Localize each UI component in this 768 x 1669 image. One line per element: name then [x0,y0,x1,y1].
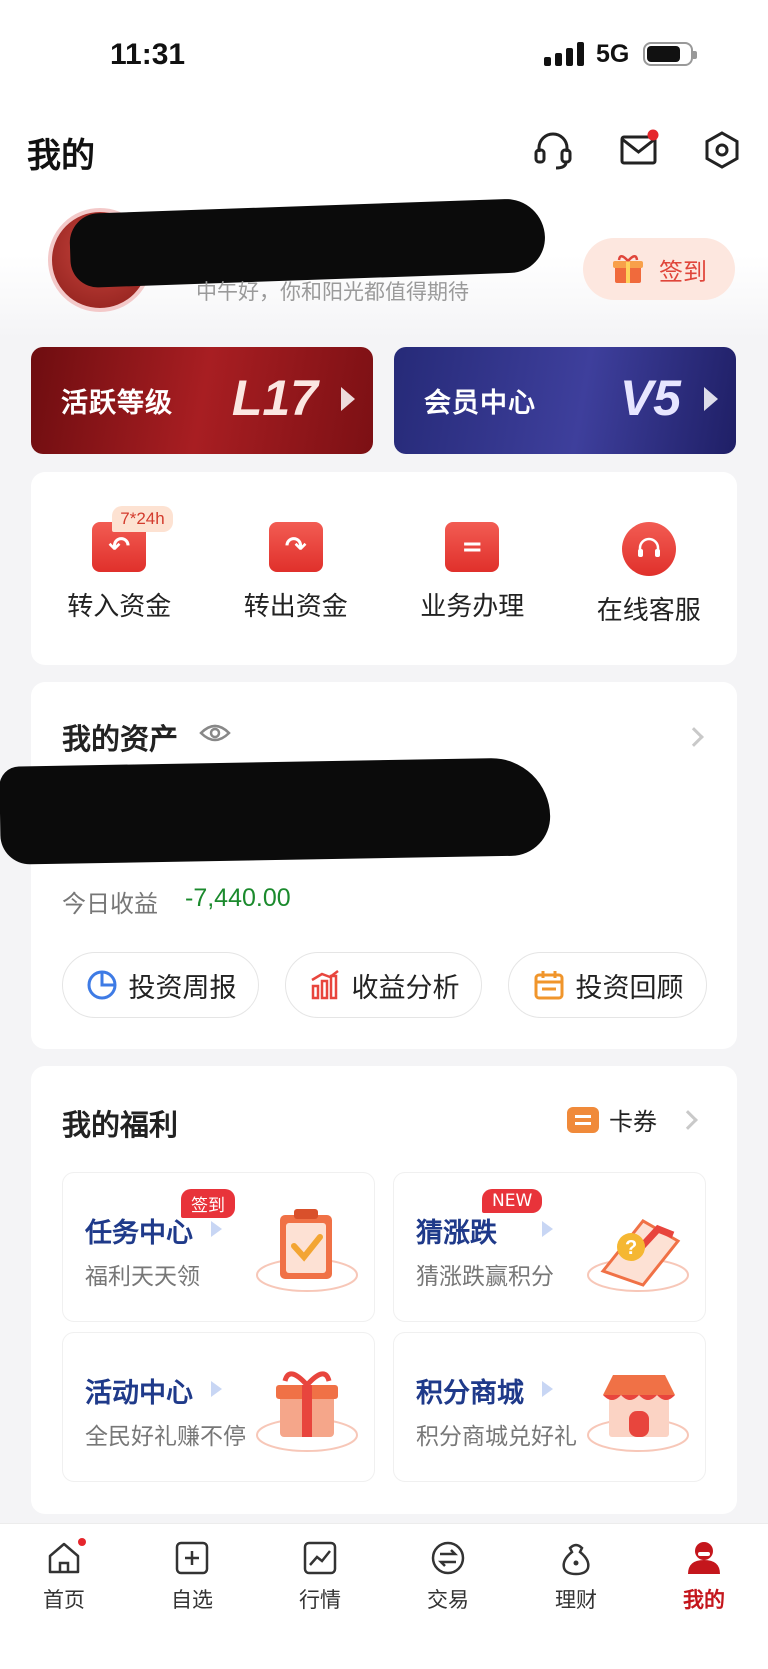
new-tag: NEW [482,1189,543,1213]
home-notification-dot [78,1538,86,1546]
assets-title: 我的资产 [62,722,179,756]
task-center-card[interactable]: 签到 任务中心 福利天天领 [62,1172,375,1322]
points-mall-title: 积分商城 [416,1378,524,1409]
battery-icon [643,42,697,66]
online-service-button[interactable]: 在线客服 [564,522,734,665]
investment-review-label: 投资回顾 [575,972,684,1004]
transfer-out-icon: ↷ [268,522,323,572]
play-arrow-icon [211,1221,222,1237]
online-service-label: 在线客服 [596,596,701,626]
headset-icon[interactable] [531,128,575,172]
online-service-icon [621,522,676,576]
tab-market[interactable]: 行情 [256,1524,384,1669]
settings-icon[interactable] [700,128,744,172]
member-center-card[interactable]: 会员中心 V5 [394,347,736,454]
tab-watchlist[interactable]: 自选 [128,1524,256,1669]
tab-home-label: 首页 [43,1588,85,1612]
trend-question-icon: ? [587,1219,689,1292]
tab-trade[interactable]: 交易 [384,1524,512,1669]
play-arrow-icon [211,1381,222,1397]
trend-chart-icon [303,1541,337,1575]
earnings-analysis-button[interactable]: 收益分析 [285,952,482,1018]
bar-chart-icon [310,970,339,1000]
activity-level-card[interactable]: 活跃等级 L17 [31,347,373,454]
transfer-out-button[interactable]: ↷ 转出资金 [211,522,381,665]
tab-home[interactable]: 首页 [0,1524,128,1669]
business-button[interactable]: = 业务办理 [387,522,557,665]
tab-wealth[interactable]: 理财 [512,1524,640,1669]
play-arrow-icon [704,387,718,411]
plus-square-icon [175,1541,209,1575]
business-icon: = [445,522,500,572]
guess-updown-title: 猜涨跌 [416,1218,497,1249]
task-center-title: 任务中心 [85,1218,193,1249]
gift-icon [613,255,643,283]
assets-panel[interactable]: 我的资产 今日收益 -7,440.00 投资周报 收益分析 投资回顾 [0,682,737,1049]
play-arrow-icon [341,387,355,411]
pie-chart-icon [87,970,116,1000]
chevron-right-icon[interactable] [684,727,704,747]
member-center-label: 会员中心 [424,388,536,419]
signin-button[interactable]: 签到 [583,238,735,300]
store-icon [587,1375,689,1452]
welfare-panel: 我的福利 卡券 签到 任务中心 福利天天领 NEW 猜涨跌 猜涨跌赢积分 ? 活… [31,1066,737,1514]
member-level-value: V5 [619,370,681,426]
weekly-report-label: 投资周报 [128,972,237,1004]
tab-trade-label: 交易 [427,1588,469,1612]
points-mall-subtitle: 积分商城兑好礼 [416,1424,577,1450]
quick-actions-panel: ↶ 7*24h 转入资金 ↷ 转出资金 = 业务办理 在线客服 [31,472,737,665]
weekly-report-button[interactable]: 投资周报 [62,952,259,1018]
activity-center-title: 活动中心 [85,1378,193,1409]
tab-mine-label: 我的 [683,1588,725,1612]
calendar-icon [534,971,563,1000]
clipboard-check-icon [256,1209,358,1292]
transfer-in-button[interactable]: ↶ 7*24h 转入资金 [34,506,204,665]
signal-icon [544,42,584,66]
money-bag-icon [562,1543,590,1576]
gift-box-icon [256,1371,358,1452]
task-center-subtitle: 福利天天领 [85,1264,200,1290]
redacted-asset-amount [0,757,551,865]
coupon-icon [567,1106,599,1133]
tab-wealth-label: 理财 [555,1588,597,1612]
tab-mine[interactable]: 我的 [640,1524,768,1669]
exchange-icon [431,1541,465,1575]
service-hours-badge: 7*24h [112,506,173,532]
network-type: 5G [596,40,630,68]
business-label: 业务办理 [420,592,525,622]
activity-level-label: 活跃等级 [61,388,173,419]
greeting-text: 中午好，你和阳光都值得期待 [196,280,469,304]
svg-text:?: ? [625,1237,637,1259]
coupon-link[interactable]: 卡券 [567,1102,701,1137]
today-earnings-label: 今日收益 [62,890,158,918]
play-arrow-icon [542,1221,553,1237]
play-arrow-icon [542,1381,553,1397]
points-mall-card[interactable]: 积分商城 积分商城兑好礼 [393,1332,706,1482]
tab-watchlist-label: 自选 [171,1588,213,1612]
coupon-label: 卡券 [609,1108,657,1136]
activity-level-value: L17 [231,370,318,426]
user-icon [688,1542,720,1574]
page-title: 我的 [27,136,95,176]
eye-icon[interactable] [199,722,231,744]
activity-center-subtitle: 全民好礼赚不停 [85,1424,246,1450]
guess-updown-card[interactable]: NEW 猜涨跌 猜涨跌赢积分 ? [393,1172,706,1322]
guess-updown-subtitle: 猜涨跌赢积分 [416,1264,554,1290]
transfer-out-label: 转出资金 [243,592,348,622]
activity-center-card[interactable]: 活动中心 全民好礼赚不停 [62,1332,375,1482]
transfer-in-label: 转入资金 [67,592,172,622]
earnings-analysis-label: 收益分析 [351,972,460,1004]
status-time: 11:31 [110,38,186,71]
tab-market-label: 行情 [299,1588,341,1612]
signin-label: 签到 [659,257,707,286]
today-earnings-value: -7,440.00 [185,884,291,912]
chevron-right-icon [678,1109,698,1130]
investment-review-button[interactable]: 投资回顾 [508,952,707,1018]
mail-icon[interactable] [617,128,661,172]
tab-bar: 首页 自选 行情 交易 理财 我的 [0,1523,768,1669]
welfare-title: 我的福利 [62,1108,179,1142]
